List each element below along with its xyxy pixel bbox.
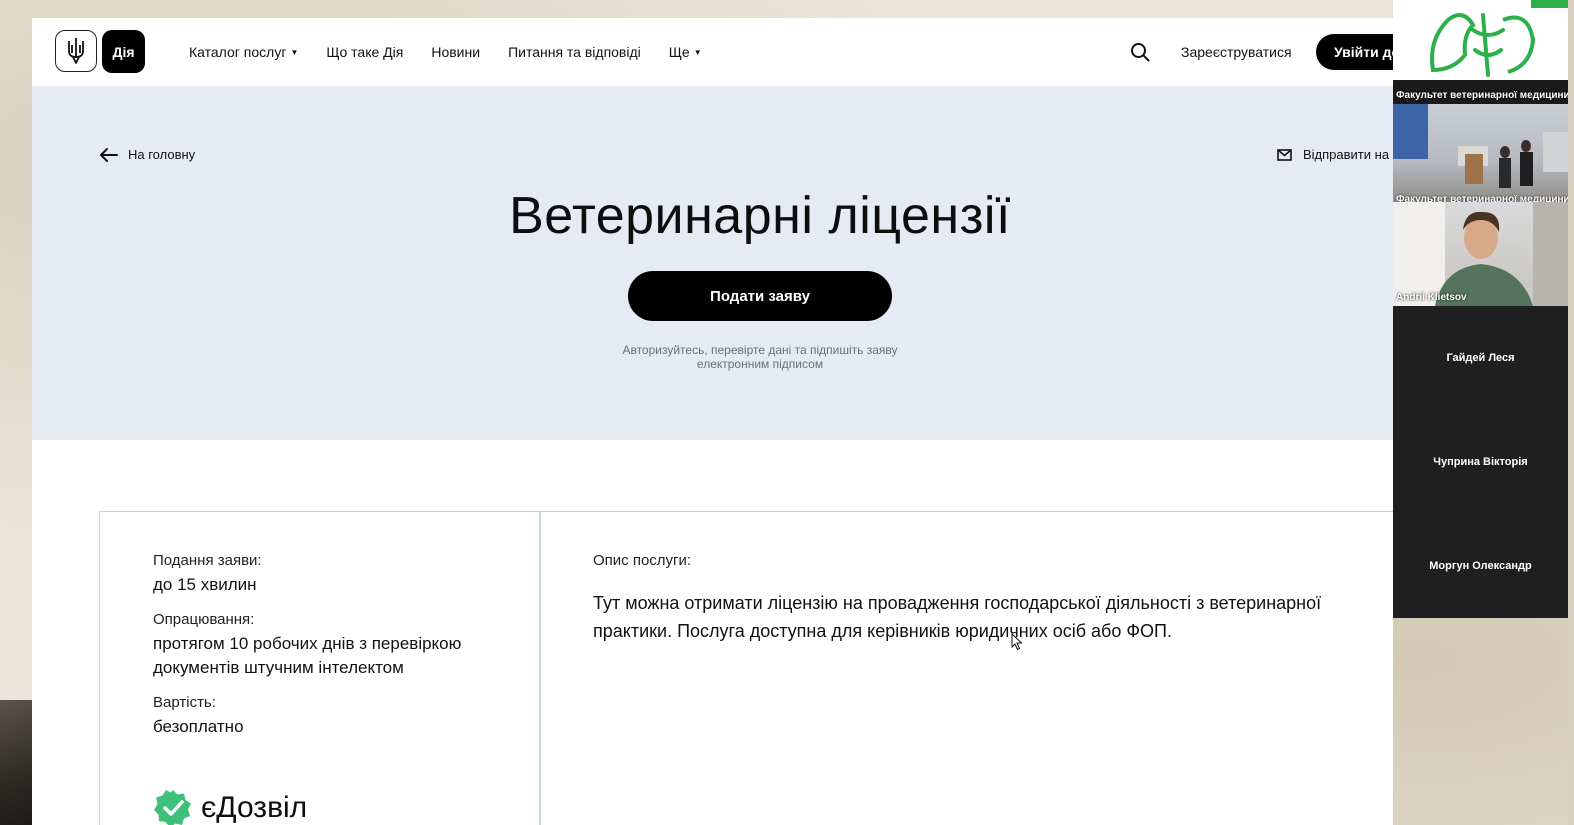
- apply-button[interactable]: Подати заяву: [628, 271, 892, 321]
- nav-item-label: Ще: [668, 44, 690, 60]
- caret-down-icon: ▼: [693, 47, 702, 57]
- main-nav: Каталог послуг ▼ Що таке Дія Новини Пита…: [189, 44, 730, 60]
- trident-icon: [68, 38, 84, 64]
- background-edge: [1568, 0, 1574, 825]
- caret-down-icon: ▼: [290, 47, 299, 57]
- edozvil-label: єДозвіл: [201, 791, 308, 824]
- submission-label: Подання заяви:: [153, 552, 262, 569]
- back-to-home-link[interactable]: На головну: [100, 147, 195, 162]
- arrow-left-icon: [100, 147, 118, 162]
- browser-page: Дія Каталог послуг ▼ Що таке Дія Новини …: [32, 18, 1393, 825]
- participant-tile-faculty-logo[interactable]: Факультет ветеринарної медицини: [1393, 0, 1568, 104]
- coat-of-arms-logo[interactable]: [55, 30, 97, 72]
- vet-faculty-logo-icon: [1393, 0, 1568, 84]
- participant-tile-chuprina[interactable]: Чуприна Вікторія: [1393, 410, 1568, 514]
- send-email-link[interactable]: Відправити на: [1277, 147, 1389, 162]
- nav-item-label: Каталог послуг: [189, 44, 287, 60]
- mouse-cursor-icon: [1011, 633, 1023, 651]
- nav-item-about[interactable]: Що таке Дія: [326, 44, 403, 60]
- page-title: Ветеринарні ліцензії: [509, 187, 1011, 245]
- nav-item-label: Новини: [431, 44, 481, 60]
- edozvil-brand: єДозвіл: [153, 788, 307, 825]
- processing-value: протягом 10 робочих днів з перевіркою до…: [153, 634, 462, 677]
- description-label: Опис послуги:: [593, 552, 692, 569]
- site-header: Дія Каталог послуг ▼ Що таке Дія Новини …: [32, 18, 1393, 86]
- cost-value: безоплатно: [153, 717, 244, 736]
- participant-tile-faculty-room[interactable]: Факультет ветеринарної медицини: [1393, 104, 1568, 208]
- participant-name: Чуприна Вікторія: [1433, 456, 1528, 468]
- diia-logo[interactable]: Дія: [102, 30, 145, 73]
- nav-item-more[interactable]: Ще ▼: [669, 44, 702, 60]
- participant-name: Гайдей Леся: [1446, 352, 1515, 364]
- service-info: Подання заяви: до 15 хвилин Опрацювання:…: [153, 552, 473, 753]
- submission-value: до 15 хвилин: [153, 575, 257, 594]
- mail-icon: [1277, 148, 1292, 161]
- back-link-label: На головну: [128, 147, 196, 162]
- video-participants-panel: Факультет ветеринарної медицини Факульте…: [1393, 0, 1568, 618]
- cost-label: Вартість:: [153, 694, 216, 711]
- classroom-video-icon: [1393, 104, 1568, 188]
- card-divider: [539, 512, 541, 825]
- verified-badge-icon: [154, 790, 191, 825]
- participant-name: Моргун Олександр: [1429, 560, 1532, 572]
- service-card: Подання заяви: до 15 хвилин Опрацювання:…: [99, 511, 1393, 825]
- participant-name: Факультет ветеринарної медицини: [1396, 90, 1568, 101]
- participant-tile-andrii[interactable]: Andrii Klietsov: [1393, 202, 1568, 306]
- login-button[interactable]: Увійти до: [1316, 34, 1393, 70]
- apply-hint: Авторизуйтесь, перевірте дані та підпиші…: [622, 343, 898, 371]
- service-description: Опис послуги: Тут можна отримати ліцензі…: [593, 552, 1373, 645]
- participant-tile-haidei[interactable]: Гайдей Леся: [1393, 306, 1568, 410]
- description-text: Тут можна отримати ліцензію на проваджен…: [593, 593, 1322, 641]
- send-link-label: Відправити на: [1303, 147, 1390, 162]
- processing-label: Опрацювання:: [153, 611, 255, 628]
- participant-tile-morhun[interactable]: Моргун Олександр: [1393, 514, 1568, 618]
- register-link[interactable]: Зареєструватися: [1181, 44, 1292, 60]
- nav-item-news[interactable]: Новини: [431, 44, 480, 60]
- nav-item-catalog[interactable]: Каталог послуг ▼: [189, 44, 298, 60]
- nav-item-label: Що таке Дія: [326, 44, 404, 60]
- speaker-video-icon: [1393, 202, 1568, 306]
- nav-item-faq[interactable]: Питання та відповіді: [508, 44, 641, 60]
- participant-name: Andrii Klietsov: [1396, 292, 1467, 303]
- hero-section: На головну Відправити на Ветеринарні ліц…: [32, 86, 1393, 440]
- search-icon[interactable]: [1130, 42, 1150, 62]
- nav-item-label: Питання та відповіді: [508, 44, 641, 60]
